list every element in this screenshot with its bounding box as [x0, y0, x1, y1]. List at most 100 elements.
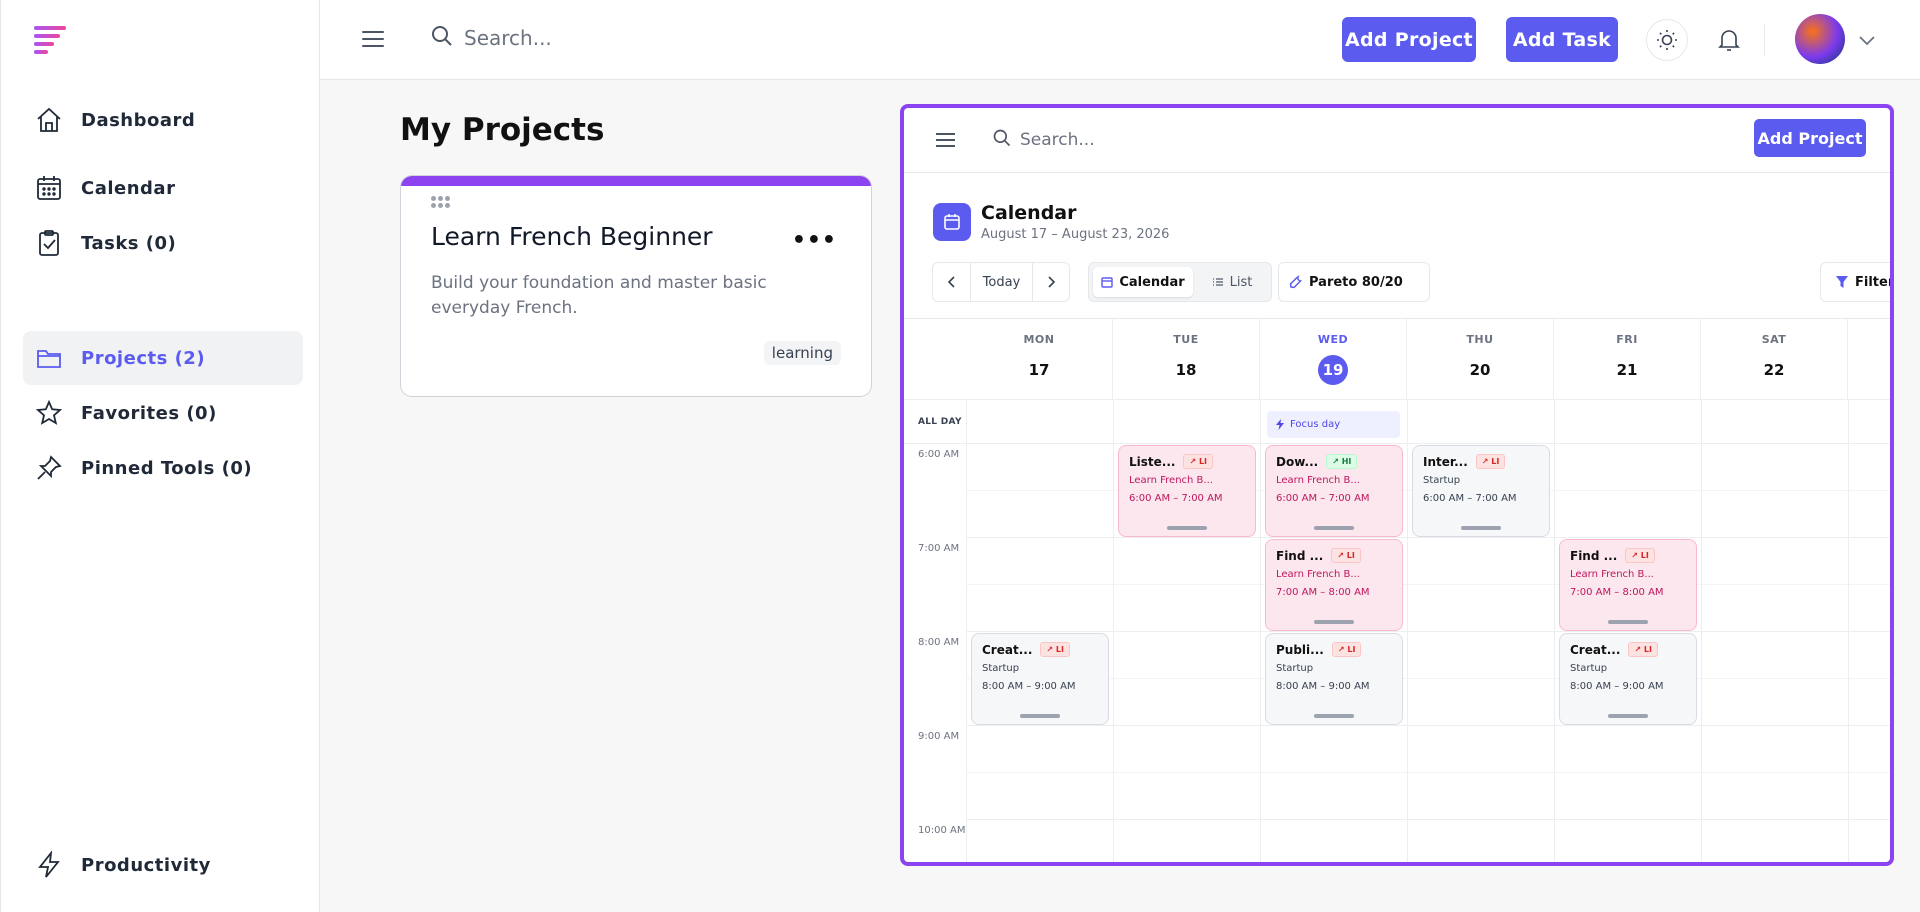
day-number: 21	[1616, 361, 1638, 379]
resize-handle[interactable]	[1608, 714, 1648, 718]
sidebar-item-label: Projects (2)	[81, 347, 206, 369]
time-label: 7:00 AM	[918, 543, 960, 554]
day-header[interactable]: SAT 22	[1701, 319, 1848, 399]
pin-icon	[35, 454, 63, 482]
filters-button[interactable]: Filters	[1820, 262, 1894, 302]
focus-day-event[interactable]: Focus day	[1267, 411, 1400, 438]
calendar-search-input[interactable]: Search...	[992, 128, 1095, 152]
chevron-right-icon[interactable]	[1033, 263, 1069, 301]
app-logo-icon[interactable]	[34, 26, 68, 56]
grid-line	[966, 537, 1890, 538]
day-header-today[interactable]: WED 19	[1260, 319, 1407, 399]
event-title: Creat...	[982, 642, 1033, 657]
sidebar-item-favorites[interactable]: Favorites (0)	[23, 386, 303, 440]
calendar-event[interactable]: Creat... ↗ LI Startup 8:00 AM – 9:00 AM	[1559, 633, 1697, 725]
priority-badge: ↗ LI	[1625, 548, 1655, 563]
day-of-week: FRI	[1616, 333, 1638, 346]
calendar-event[interactable]: Dow... ↗ HI Learn French B... 6:00 AM – 7…	[1265, 445, 1403, 537]
search-input[interactable]: Search...	[430, 24, 552, 52]
grid-line	[1407, 399, 1408, 862]
event-project: Learn French B...	[1276, 475, 1360, 486]
avatar[interactable]	[1795, 14, 1845, 64]
day-header[interactable]: MON 17	[966, 319, 1113, 399]
time-label: 10:00 AM	[918, 825, 966, 836]
time-label: 9:00 AM	[918, 731, 960, 742]
grid-line	[1260, 399, 1261, 862]
calendar-event[interactable]: Creat... ↗ LI Startup 8:00 AM – 9:00 AM	[971, 633, 1109, 725]
sidebar-item-calendar[interactable]: Calendar	[23, 161, 303, 215]
grid-line	[1701, 399, 1702, 862]
resize-handle[interactable]	[1608, 620, 1648, 624]
calendar-date-range: August 17 – August 23, 2026	[981, 227, 1170, 242]
resize-handle[interactable]	[1314, 714, 1354, 718]
tab-calendar-view[interactable]: Calendar	[1093, 267, 1193, 297]
calendar-badge-icon	[933, 203, 971, 241]
event-title: Dow...	[1276, 454, 1319, 469]
calendar-event[interactable]: Publi... ↗ LI Startup 8:00 AM – 9:00 AM	[1265, 633, 1403, 725]
day-of-week: WED	[1317, 333, 1349, 346]
resize-handle[interactable]	[1020, 714, 1060, 718]
calendar-event[interactable]: Find ... ↗ LI Learn French B... 7:00 AM –…	[1265, 539, 1403, 631]
day-header[interactable]: FRI 21	[1554, 319, 1701, 399]
priority-badge: ↗ LI	[1040, 642, 1070, 657]
calendar-event[interactable]: Liste... ↗ LI Learn French B... 6:00 AM –…	[1118, 445, 1256, 537]
filters-label: Filters	[1855, 274, 1894, 290]
add-project-button[interactable]: Add Project	[1754, 119, 1866, 157]
calendar-title: Calendar	[981, 202, 1077, 224]
grid-line	[966, 399, 967, 862]
day-header[interactable]: TUE 18	[1113, 319, 1260, 399]
chevron-down-icon[interactable]	[1858, 32, 1876, 51]
event-project: Learn French B...	[1129, 475, 1213, 486]
grid-line	[966, 725, 1890, 726]
grid-line	[904, 399, 1890, 400]
priority-badge: ↗ LI	[1475, 454, 1506, 469]
drag-handle-icon[interactable]	[431, 196, 451, 208]
day-header[interactable]: THU 20	[1407, 319, 1554, 399]
event-time: 6:00 AM – 7:00 AM	[1129, 493, 1223, 504]
pareto-label: Pareto 80/20	[1309, 274, 1403, 290]
sidebar-item-dashboard[interactable]: Dashboard	[23, 93, 303, 147]
sidebar-item-pinned-tools[interactable]: Pinned Tools (0)	[23, 441, 303, 495]
tab-list-view[interactable]: List	[1201, 267, 1263, 297]
pareto-dropdown[interactable]: Pareto 80/20	[1278, 262, 1430, 302]
event-time: 6:00 AM – 7:00 AM	[1423, 493, 1517, 504]
grid-line	[1554, 399, 1555, 862]
tab-label: List	[1229, 274, 1253, 290]
theme-toggle-sun-icon[interactable]	[1646, 19, 1688, 61]
chevron-left-icon[interactable]	[933, 263, 971, 301]
priority-badge: ↗ LI	[1628, 642, 1658, 657]
bell-icon[interactable]	[1717, 27, 1741, 57]
calendar-event[interactable]: Inter... ↗ LI Startup 6:00 AM – 7:00 AM	[1412, 445, 1550, 537]
sidebar-item-tasks[interactable]: Tasks (0)	[23, 216, 303, 270]
menu-toggle-icon[interactable]	[362, 28, 388, 52]
event-title: Inter...	[1423, 454, 1468, 469]
project-description: Build your foundation and master basic e…	[431, 273, 767, 318]
event-project: Startup	[982, 663, 1020, 674]
resize-handle[interactable]	[1314, 620, 1354, 624]
calendar-event[interactable]: Find ... ↗ LI Learn French B... 7:00 AM –…	[1559, 539, 1697, 631]
today-button[interactable]: Today	[971, 263, 1033, 301]
topbar: Search... Add Project Add Task	[320, 0, 1920, 80]
event-time: 8:00 AM – 9:00 AM	[1570, 681, 1664, 692]
badge-label: LI	[1643, 645, 1652, 654]
calendar-topbar: Search... Add Project	[904, 108, 1890, 173]
more-options-icon[interactable]: •••	[792, 228, 837, 253]
add-task-button[interactable]: Add Task	[1506, 17, 1618, 62]
badge-label: LI	[1198, 457, 1208, 466]
resize-handle[interactable]	[1167, 526, 1207, 530]
sidebar-item-label: Calendar	[81, 177, 176, 199]
badge-label: LI	[1055, 645, 1064, 654]
add-project-button[interactable]: Add Project	[1342, 17, 1476, 62]
event-title: Find ...	[1570, 548, 1618, 563]
resize-handle[interactable]	[1461, 526, 1501, 530]
filter-icon	[1835, 275, 1849, 289]
menu-toggle-icon[interactable]	[936, 132, 956, 148]
project-card[interactable]: Learn French Beginner ••• Build your fou…	[400, 175, 872, 397]
day-of-week: SAT	[1761, 333, 1787, 346]
time-label: 6:00 AM	[918, 449, 960, 460]
event-project: Learn French B...	[1570, 569, 1654, 580]
lightning-icon	[1275, 419, 1285, 430]
sidebar-item-projects[interactable]: Projects (2)	[23, 331, 303, 385]
resize-handle[interactable]	[1314, 526, 1354, 530]
sidebar-item-productivity[interactable]: Productivity	[23, 838, 303, 892]
